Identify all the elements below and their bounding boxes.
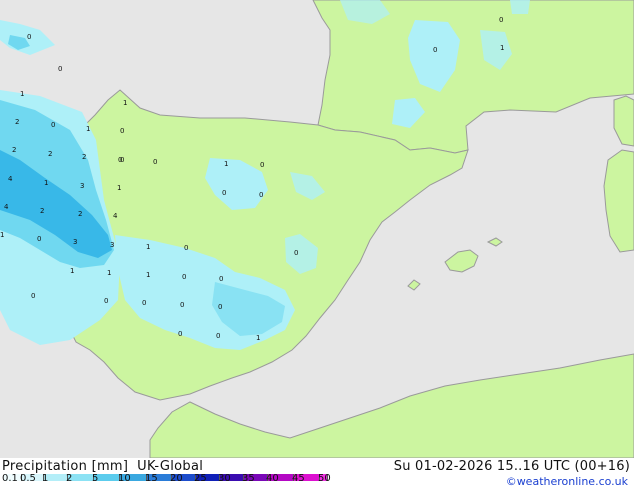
legend-color-bar: [4, 474, 328, 482]
legend-tick-label: 25: [194, 473, 207, 484]
legend-tick-label: 50: [318, 473, 331, 484]
precip-france-5: [510, 0, 530, 14]
land-mallorca: [444, 249, 479, 273]
legend-tick-label: 5: [92, 473, 99, 484]
land-france: [312, 0, 634, 154]
legend-tick-label: 1: [42, 473, 49, 484]
legend-tick-label: 0.1: [2, 473, 18, 484]
credit-link[interactable]: ©weatheronline.co.uk: [506, 475, 628, 488]
map-canvas[interactable]: [0, 0, 634, 458]
legend-tick-label: 40: [266, 473, 279, 484]
legend-tick-label: 0.5: [20, 473, 36, 484]
legend-tick-label: 15: [145, 473, 158, 484]
precip-atlantic-top: [0, 20, 55, 55]
legend-tick-label: 35: [242, 473, 255, 484]
valid-time: Su 01-02-2026 15..16 UTC (00+16): [393, 459, 630, 474]
footer: Precipitation [mm] UK-Global Su 01-02-20…: [0, 458, 634, 490]
legend-tick-label: 10: [118, 473, 131, 484]
land-corsica: [613, 95, 634, 147]
product-title: Precipitation [mm] UK-Global: [2, 459, 204, 474]
land-ibiza: [407, 279, 421, 291]
legend-tick-label: 2: [66, 473, 73, 484]
legend-tick-label: 30: [218, 473, 231, 484]
land-sardinia: [603, 149, 634, 253]
map-area[interactable]: 0011201022204131422410331111000100000000…: [0, 0, 634, 458]
legend-tick-label: 20: [170, 473, 183, 484]
land-menorca: [486, 237, 503, 247]
legend-tick-label: 45: [292, 473, 305, 484]
